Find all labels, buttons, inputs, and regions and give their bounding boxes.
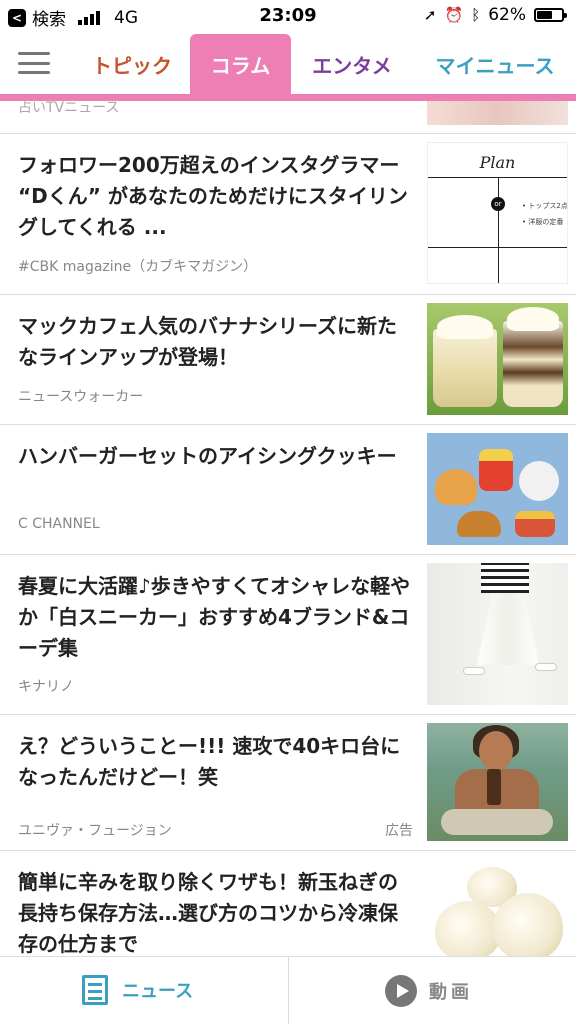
list-item-title: ハンバーガーセットのアイシングクッキー (18, 444, 397, 468)
tab-column[interactable]: コラム (190, 34, 291, 94)
thumbnail-or-badge: or (491, 197, 505, 211)
nav-video-button[interactable]: 動画 (385, 975, 473, 1007)
category-tab-bar: トピック コラム エンタメ マイニュース (0, 32, 576, 94)
list-item[interactable]: 春夏に大活躍♪歩きやすくてオシャレな軽やか「白スニーカー」おすすめ4ブランド&コ… (0, 555, 576, 715)
list-item-source: #CBK magazine（カブキマガジン） (18, 259, 258, 275)
status-bar: < 検索 4G 23:09 ➚ ⏰ ᛒ 62% (0, 0, 576, 32)
battery-fill (537, 11, 552, 19)
news-icon (82, 975, 108, 1005)
list-item-title: 春夏に大活躍♪歩きやすくてオシャレな軽やか「白スニーカー」おすすめ4ブランド&コ… (18, 574, 411, 660)
hamburger-menu-icon[interactable] (18, 52, 50, 74)
thumbnail-plan-text: Plan (479, 153, 516, 172)
list-item[interactable]: え？どういうことー!!! 速攻で40キロ台になったんだけどー！笑 ユニヴァ・フュ… (0, 715, 576, 851)
list-item-source: 占いTVニュース (18, 101, 120, 116)
list-item-thumbnail (427, 861, 568, 961)
battery-icon (534, 8, 567, 22)
location-icon: ➚ (423, 6, 437, 24)
play-icon (385, 975, 417, 1007)
list-item-thumbnail (427, 101, 568, 125)
battery-percent: 62% (488, 5, 526, 25)
bottom-navigation: ニュース 動画 (0, 956, 576, 1024)
tab-entame[interactable]: エンタメ (302, 34, 402, 94)
nav-divider (288, 957, 289, 1024)
list-item-title: フォロワー200万超えのインスタグラマー “Dくん” があなたのためだけにスタイ… (18, 153, 408, 239)
list-item-title: え？どういうことー!!! 速攻で40キロ台になったんだけどー！笑 (18, 734, 401, 789)
list-item[interactable]: フォロワー200万超えのインスタグラマー “Dくん” があなたのためだけにスタイ… (0, 134, 576, 295)
list-item-source: ニュースウォーカー (18, 389, 144, 405)
alarm-icon: ⏰ (444, 6, 464, 24)
nav-news-label: ニュース (122, 981, 194, 1002)
list-item[interactable]: ハンバーガーセットのアイシングクッキー C CHANNEL (0, 425, 576, 555)
nav-video-label: 動画 (429, 982, 473, 1003)
list-item-thumbnail: Plan or • トップス2点 • 洋服の定番 (427, 142, 568, 284)
list-item-thumbnail (427, 563, 568, 705)
list-item[interactable]: 簡単に辛みを取り除くワザも！新玉ねぎの長持ち保存方法…選び方のコツから冷凍保存の… (0, 851, 576, 961)
news-list: フォロワー200万超えのインスタグラマー “Dくん” があなたのためだけにスタイ… (0, 134, 576, 961)
list-item-partial[interactable]: 占いTVニュース (0, 101, 576, 134)
ad-label: 広告 (385, 823, 413, 839)
active-tab-underline (0, 94, 576, 101)
list-item-source: キナリノ (18, 679, 74, 695)
thumbnail-bullet-1: • トップス2点 (522, 202, 568, 210)
status-right: ➚ ⏰ ᛒ 62% (423, 5, 567, 25)
list-item-source: C CHANNEL (18, 516, 100, 532)
list-item-title: マックカフェ人気のバナナシリーズに新たなラインアップが登場！ (18, 314, 397, 369)
thumbnail-bullet-2: • 洋服の定番 (522, 218, 564, 226)
tab-my-news[interactable]: マイニュース (420, 34, 570, 94)
nav-news-button[interactable]: ニュース (82, 975, 193, 1005)
list-item-thumbnail (427, 723, 568, 841)
list-item-title: 簡単に辛みを取り除くワザも！新玉ねぎの長持ち保存方法…選び方のコツから冷凍保存の… (18, 870, 398, 956)
tab-topic[interactable]: トピック (82, 34, 182, 94)
list-item[interactable]: マックカフェ人気のバナナシリーズに新たなラインアップが登場！ ニュースウォーカー (0, 295, 576, 425)
list-item-thumbnail (427, 433, 568, 545)
list-item-source: ユニヴァ・フュージョン (18, 823, 172, 839)
bluetooth-icon: ᛒ (471, 6, 481, 24)
list-item-thumbnail (427, 303, 568, 415)
